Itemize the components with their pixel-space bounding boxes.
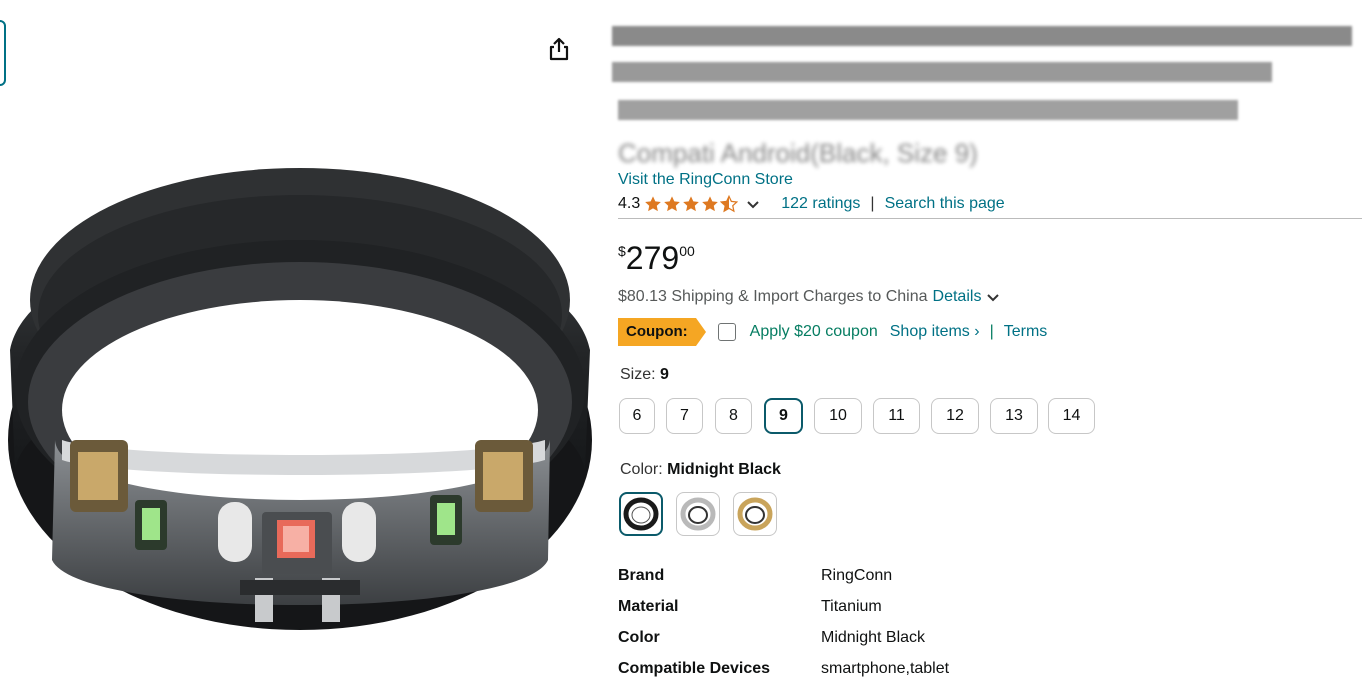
apply-coupon-label[interactable]: Apply $20 coupon [750, 323, 878, 341]
size-option[interactable]: 6 [619, 398, 655, 434]
share-icon[interactable] [546, 36, 572, 62]
size-label-text: Size: [620, 366, 656, 383]
color-label: Color: Midnight Black [620, 461, 781, 479]
shop-items-link[interactable]: Shop items › [890, 323, 980, 341]
product-title: Compati Android(Black, Size 9) [618, 138, 978, 168]
star-icon [702, 196, 719, 212]
spec-row: Material Titanium [618, 591, 949, 622]
chevron-down-icon[interactable] [985, 289, 1001, 305]
size-option[interactable]: 14 [1048, 398, 1095, 434]
price-fraction: 00 [679, 243, 695, 259]
ring-gold-icon [737, 497, 773, 531]
price: $ 279 00 [618, 238, 695, 278]
spec-value: RingConn [821, 566, 893, 584]
spec-key: Brand [618, 566, 665, 584]
image-thumbnail-selected[interactable] [0, 20, 6, 86]
color-swatch-midnight-black[interactable] [619, 492, 663, 536]
store-link[interactable]: Visit the RingConn Store [618, 171, 793, 189]
product-specs: Brand RingConn Material Titanium Color M… [618, 560, 949, 684]
shipping-details-link[interactable]: Details [933, 288, 982, 306]
color-swatch-gold[interactable] [733, 492, 777, 536]
size-option[interactable]: 7 [666, 398, 703, 434]
terms-link[interactable]: Terms [1004, 323, 1048, 341]
size-option[interactable]: 10 [814, 398, 862, 434]
price-whole: 279 [625, 240, 680, 276]
shipping-info: $80.13 Shipping & Import Charges to Chin… [618, 288, 1001, 306]
rating-value: 4.3 [618, 195, 641, 212]
price-symbol: $ [618, 243, 626, 259]
star-icon [645, 196, 662, 212]
star-icon [664, 196, 681, 212]
size-option[interactable]: 8 [715, 398, 752, 434]
size-option-selected[interactable]: 9 [764, 398, 803, 434]
spec-value: smartphone,tablet [821, 659, 950, 677]
color-swatch-silver[interactable] [676, 492, 720, 536]
color-label-text: Color: [620, 461, 663, 478]
chevron-down-icon[interactable] [745, 196, 761, 212]
star-rating[interactable] [644, 195, 739, 213]
ring-silver-icon [680, 497, 716, 531]
product-image[interactable] [0, 140, 600, 640]
half-star-icon [720, 195, 739, 213]
spec-key: Color [618, 628, 660, 646]
coupon-row: Coupon: Apply $20 coupon Shop items › | … [618, 318, 1047, 346]
spec-value: Midnight Black [821, 628, 926, 646]
size-option[interactable]: 11 [873, 398, 920, 434]
separator: | [870, 195, 875, 212]
spec-row: Brand RingConn [618, 560, 949, 591]
separator: | [989, 323, 994, 340]
size-option[interactable]: 13 [990, 398, 1038, 434]
divider [618, 218, 1362, 219]
spec-row: Compatible Devices smartphone,tablet [618, 653, 949, 684]
spec-value: Titanium [821, 597, 882, 615]
coupon-badge: Coupon: [618, 318, 706, 346]
color-selected: Midnight Black [667, 461, 781, 478]
size-selected: 9 [660, 366, 669, 383]
search-page-link[interactable]: Search this page [885, 195, 1005, 213]
shipping-text: $80.13 Shipping & Import Charges to Chin… [618, 288, 928, 305]
size-option[interactable]: 12 [931, 398, 979, 434]
size-label: Size: 9 [620, 366, 669, 384]
coupon-checkbox[interactable] [717, 323, 736, 341]
spec-key: Material [618, 597, 679, 615]
rating-row: 4.3 122 ratings | Search this page [618, 195, 1005, 213]
spec-key: Compatible Devices [618, 659, 771, 677]
spec-row: Color Midnight Black [618, 622, 949, 653]
ring-black-icon [623, 497, 659, 531]
ratings-count-link[interactable]: 122 ratings [781, 195, 860, 213]
star-icon [683, 196, 700, 212]
